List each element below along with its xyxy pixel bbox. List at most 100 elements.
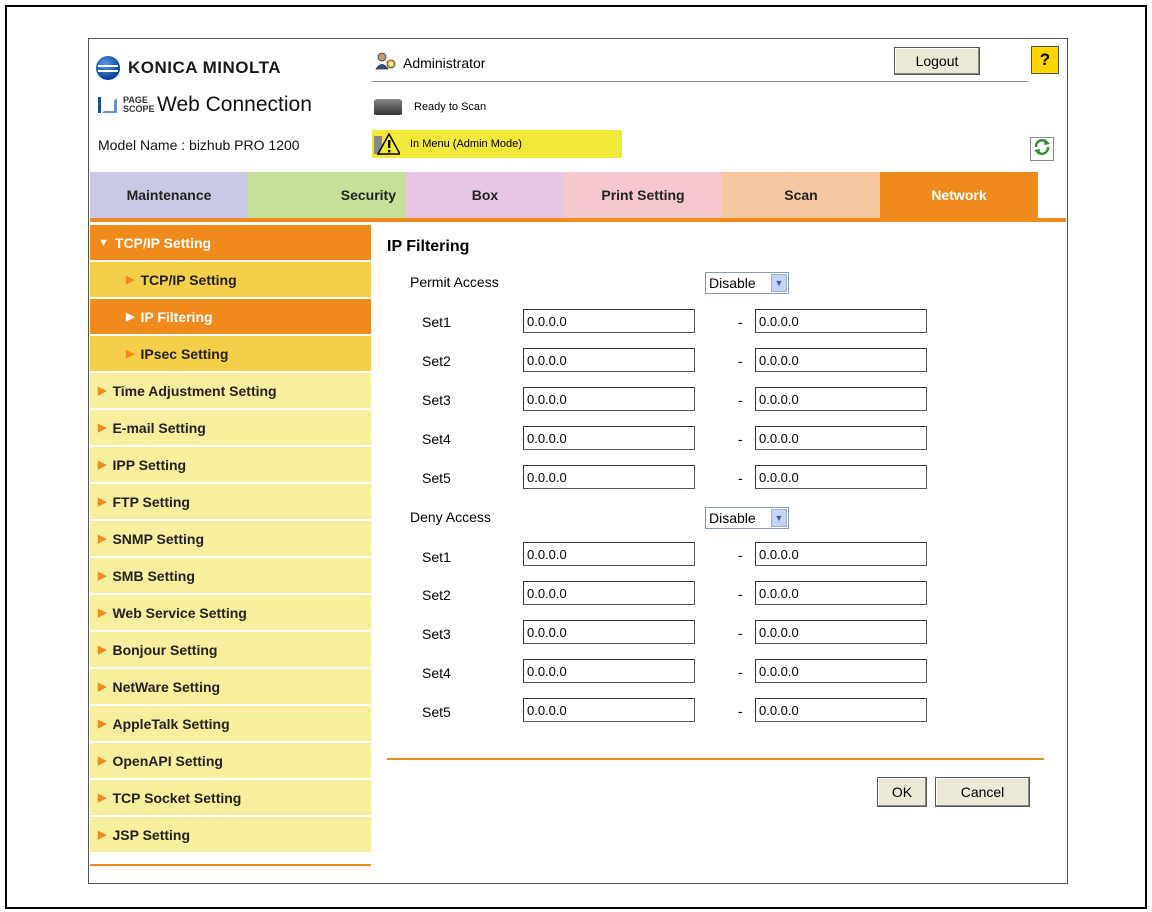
sidebar-item-time-adjustment[interactable]: ▶ Time Adjustment Setting	[90, 373, 371, 408]
deny-set3-label: Set3	[422, 626, 451, 642]
permit-access-label: Permit Access	[410, 274, 499, 290]
deny-set2-label: Set2	[422, 587, 451, 603]
sidebar-item-label: TCP/IP Setting	[140, 271, 237, 288]
triangle-right-icon: ▶	[98, 385, 107, 397]
sidebar-item-label: SNMP Setting	[112, 530, 204, 547]
sidebar: ▼ TCP/IP Setting ▶ TCP/IP Setting ▶ IP F…	[90, 225, 371, 854]
deny-set5-from-input[interactable]	[523, 698, 695, 722]
sidebar-item-smb[interactable]: ▶ SMB Setting	[90, 558, 371, 593]
select-value: Disable	[709, 510, 756, 526]
range-separator: -	[738, 703, 743, 719]
range-separator: -	[738, 625, 743, 641]
deny-set3-to-input[interactable]	[755, 620, 927, 644]
permit-set4-to-input[interactable]	[755, 426, 927, 450]
permit-set2-to-input[interactable]	[755, 348, 927, 372]
deny-set1-label: Set1	[422, 549, 451, 565]
deny-set4-from-input[interactable]	[523, 659, 695, 683]
user-name: Administrator	[403, 54, 486, 71]
deny-set1-to-input[interactable]	[755, 542, 927, 566]
chevron-down-icon: ▼	[771, 509, 787, 527]
deny-set3-from-input[interactable]	[523, 620, 695, 644]
sidebar-item-tcp-socket[interactable]: ▶ TCP Socket Setting	[90, 780, 371, 815]
sidebar-item-jsp[interactable]: ▶ JSP Setting	[90, 817, 371, 852]
permit-set1-to-input[interactable]	[755, 309, 927, 333]
sidebar-item-label: TCP/IP Setting	[114, 234, 212, 251]
permit-access-select[interactable]: Disable ▼	[705, 272, 789, 294]
permit-set5-to-input[interactable]	[755, 465, 927, 489]
triangle-right-icon: ▶	[98, 422, 107, 434]
refresh-button[interactable]	[1030, 137, 1054, 161]
deny-set5-label: Set5	[422, 704, 451, 720]
sidebar-item-bonjour[interactable]: ▶ Bonjour Setting	[90, 632, 371, 667]
triangle-right-icon: ▶	[98, 755, 107, 767]
help-button[interactable]: ?	[1031, 46, 1059, 74]
user-indicator: Administrator	[375, 52, 485, 73]
status-ready: Ready to Scan	[374, 99, 486, 115]
status-text: Ready to Scan	[414, 101, 487, 113]
sidebar-item-label: FTP Setting	[112, 493, 190, 510]
product-name: Web Connection	[157, 93, 312, 116]
tab-security[interactable]: Security	[248, 172, 406, 218]
triangle-right-icon: ▶	[98, 718, 107, 730]
help-icon: ?	[1039, 50, 1051, 69]
tab-scan[interactable]: Scan	[722, 172, 880, 218]
range-separator: -	[738, 664, 743, 680]
tab-maintenance[interactable]: Maintenance	[90, 172, 248, 218]
deny-set4-to-input[interactable]	[755, 659, 927, 683]
pagescope-label: PAGE SCOPE	[123, 95, 155, 114]
permit-set3-to-input[interactable]	[755, 387, 927, 411]
content-divider	[387, 758, 1044, 760]
sidebar-item-label: OpenAPI Setting	[112, 752, 223, 769]
permit-set5-from-input[interactable]	[523, 465, 695, 489]
permit-set4-from-input[interactable]	[523, 426, 695, 450]
deny-set2-to-input[interactable]	[755, 581, 927, 605]
sidebar-item-label: Bonjour Setting	[112, 641, 218, 658]
range-separator: -	[738, 547, 743, 563]
sidebar-item-tcpip-setting[interactable]: ▼ TCP/IP Setting	[90, 225, 371, 260]
permit-set1-from-input[interactable]	[523, 309, 695, 333]
sidebar-subitem-ip-filtering[interactable]: ▶ IP Filtering	[90, 299, 371, 334]
deny-set1-from-input[interactable]	[523, 542, 695, 566]
sidebar-item-web-service[interactable]: ▶ Web Service Setting	[90, 595, 371, 630]
deny-set2-from-input[interactable]	[523, 581, 695, 605]
sidebar-item-openapi[interactable]: ▶ OpenAPI Setting	[90, 743, 371, 778]
sidebar-item-appletalk[interactable]: ▶ AppleTalk Setting	[90, 706, 371, 741]
sidebar-subitem-tcpip-setting[interactable]: ▶ TCP/IP Setting	[90, 262, 371, 297]
header-divider	[372, 81, 1028, 82]
tab-box[interactable]: Box	[406, 172, 564, 218]
sidebar-item-netware[interactable]: ▶ NetWare Setting	[90, 669, 371, 704]
warning-icon	[374, 132, 402, 156]
tab-print-setting[interactable]: Print Setting	[564, 172, 722, 218]
permit-set3-from-input[interactable]	[523, 387, 695, 411]
sidebar-subitem-ipsec-setting[interactable]: ▶ IPsec Setting	[90, 336, 371, 371]
deny-set5-to-input[interactable]	[755, 698, 927, 722]
sidebar-item-email[interactable]: ▶ E-mail Setting	[90, 410, 371, 445]
logout-button[interactable]: Logout	[894, 47, 980, 75]
permit-set2-label: Set2	[422, 353, 451, 369]
chevron-down-icon: ▼	[771, 274, 787, 292]
sidebar-item-label: IP Filtering	[140, 308, 213, 325]
triangle-right-icon: ▶	[98, 496, 107, 508]
globe-icon	[96, 56, 120, 80]
sidebar-item-ipp[interactable]: ▶ IPP Setting	[90, 447, 371, 482]
sidebar-item-ftp[interactable]: ▶ FTP Setting	[90, 484, 371, 519]
main-tabs: Maintenance Security Box Print Setting S…	[90, 172, 1043, 218]
permit-set4-label: Set4	[422, 431, 451, 447]
konica-minolta-logo: KONICA MINOLTA	[96, 56, 281, 80]
web-connection-logo: PAGE SCOPE Web Connection	[97, 93, 312, 117]
permit-set5-label: Set5	[422, 470, 451, 486]
ok-button[interactable]: OK	[877, 777, 927, 807]
triangle-right-icon: ▶	[98, 829, 107, 841]
permit-set2-from-input[interactable]	[523, 348, 695, 372]
triangle-right-icon: ▶	[98, 792, 107, 804]
range-separator: -	[738, 470, 743, 486]
cancel-button[interactable]: Cancel	[935, 777, 1030, 807]
deny-set4-label: Set4	[422, 665, 451, 681]
sidebar-item-label: Time Adjustment Setting	[112, 382, 277, 399]
sidebar-item-snmp[interactable]: ▶ SNMP Setting	[90, 521, 371, 556]
status-text: In Menu (Admin Mode)	[410, 138, 522, 150]
sidebar-item-label: E-mail Setting	[112, 419, 206, 436]
tab-network[interactable]: Network	[880, 172, 1038, 218]
deny-access-label: Deny Access	[410, 509, 491, 525]
deny-access-select[interactable]: Disable ▼	[705, 507, 789, 529]
